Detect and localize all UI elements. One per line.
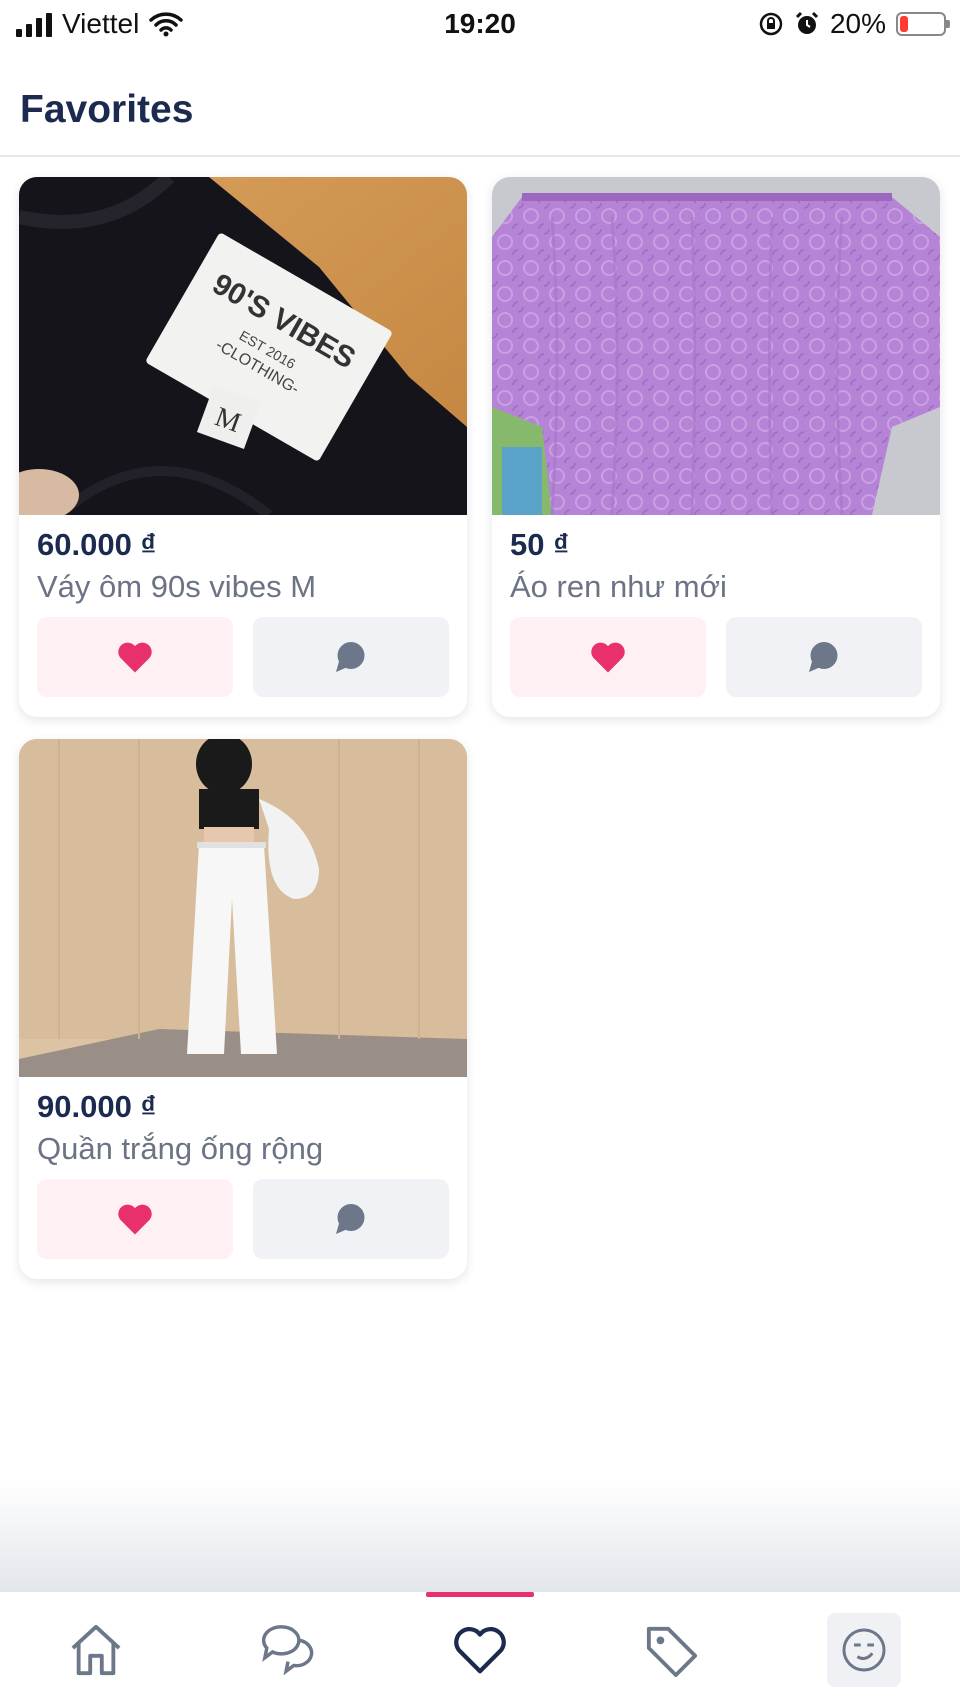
product-card[interactable]: 50 ₫ Áo ren như mới [492, 177, 940, 717]
tab-tags[interactable] [612, 1592, 732, 1707]
product-title[interactable]: Váy ôm 90s vibes M [37, 569, 316, 605]
heart-filled-icon [591, 642, 625, 673]
profile-avatar [827, 1612, 901, 1687]
product-title[interactable]: Quần trắng ống rộng [37, 1131, 323, 1167]
chat-bubble-icon [336, 642, 365, 672]
status-bar: Viettel 19:20 20% [0, 0, 960, 50]
status-right: 20% [758, 8, 950, 40]
tab-favorites[interactable] [420, 1592, 540, 1707]
tab-bar [0, 1592, 960, 1707]
tab-messages[interactable] [228, 1592, 348, 1707]
chat-button[interactable] [253, 1179, 449, 1259]
chat-button[interactable] [726, 617, 922, 697]
chat-bubble-icon [809, 642, 838, 672]
battery-level [900, 16, 908, 32]
unlike-button[interactable] [37, 617, 233, 697]
heart-filled-icon [118, 642, 152, 673]
product-card[interactable]: 90'S VIBES EST 2016 -CLOTHING- M 60.000 … [19, 177, 467, 717]
orientation-lock-icon [759, 12, 783, 36]
heart-filled-icon [118, 1204, 152, 1235]
chat-button[interactable] [253, 617, 449, 697]
tab-home[interactable] [36, 1592, 156, 1707]
alarm-icon [795, 11, 819, 34]
product-price: 50 ₫ [510, 527, 570, 562]
home-icon [71, 1624, 121, 1675]
product-image[interactable]: 90'S VIBES EST 2016 -CLOTHING- M [19, 177, 467, 515]
bottom-fade [0, 1480, 960, 1592]
product-price: 60.000 ₫ [37, 527, 157, 562]
favorites-icon [454, 1626, 506, 1673]
tag-icon [646, 1626, 698, 1677]
product-image[interactable] [19, 739, 467, 1077]
product-price: 90.000 ₫ [37, 1089, 157, 1124]
product-card[interactable]: 90.000 ₫ Quần trắng ống rộng [19, 739, 467, 1279]
page-title: Favorites [20, 88, 194, 131]
battery-percent: 20% [829, 8, 886, 39]
tab-profile[interactable] [804, 1592, 924, 1707]
product-title[interactable]: Áo ren như mới [510, 569, 727, 605]
chat-bubble-icon [336, 1204, 365, 1234]
header-divider [0, 155, 960, 157]
active-tab-indicator [426, 1592, 534, 1597]
battery-icon [896, 12, 950, 36]
unlike-button[interactable] [510, 617, 706, 697]
product-image[interactable] [492, 177, 940, 515]
messages-icon [261, 1624, 314, 1675]
profile-icon [842, 1628, 886, 1671]
unlike-button[interactable] [37, 1179, 233, 1259]
